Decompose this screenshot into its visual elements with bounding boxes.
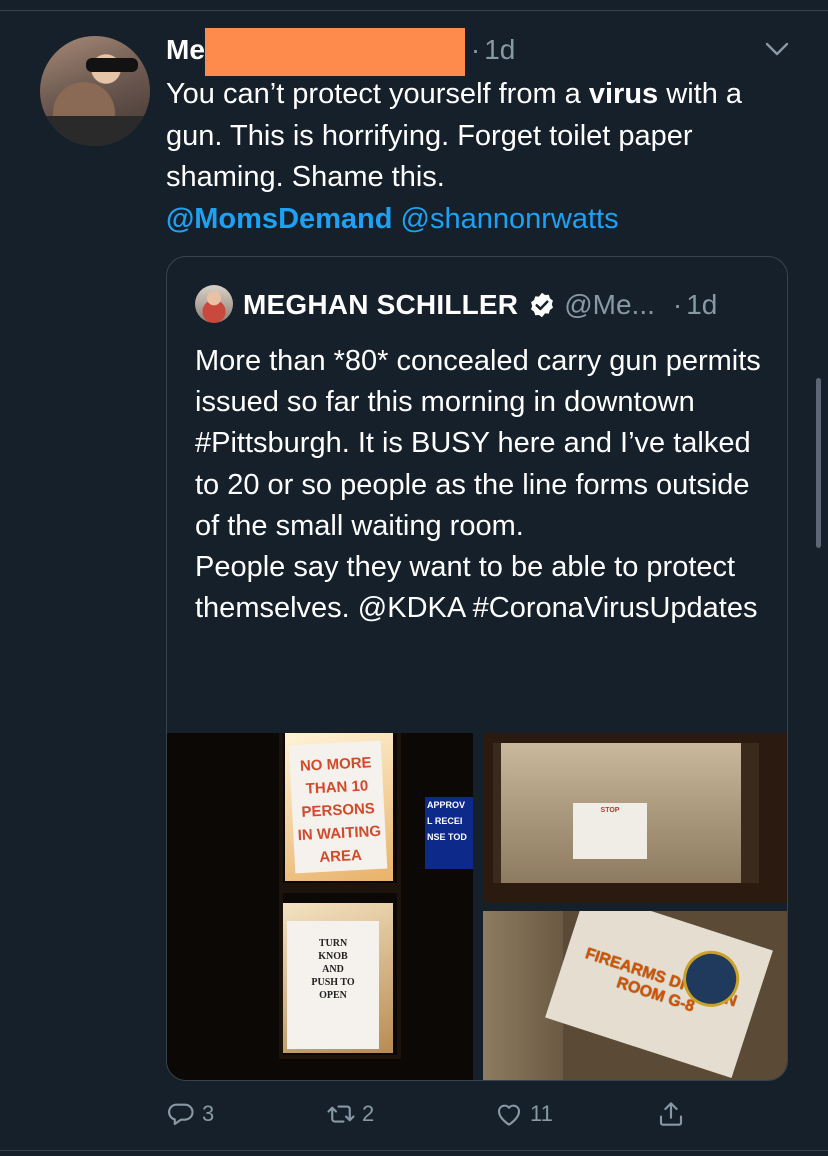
redaction-block bbox=[204, 28, 465, 76]
header-separator: · bbox=[470, 34, 481, 65]
share-button[interactable] bbox=[656, 1092, 686, 1136]
quoted-tweet-header: MEGHAN SCHILLER @Me... · 1d bbox=[243, 285, 717, 325]
quoted-paragraph-1: More than *80* concealed carry gun permi… bbox=[195, 345, 761, 542]
chevron-down-icon[interactable] bbox=[762, 36, 792, 62]
verified-badge-icon bbox=[531, 292, 554, 318]
photo-waiting-room[interactable]: STOP bbox=[483, 733, 787, 903]
author-avatar[interactable] bbox=[40, 36, 150, 146]
retweet-button[interactable]: 2 bbox=[326, 1092, 374, 1136]
sign-line: NSE TOD bbox=[427, 832, 467, 842]
share-icon bbox=[659, 1102, 683, 1126]
tweet-actions: 3 2 11 bbox=[0, 1092, 828, 1136]
sign-line: TURN bbox=[318, 938, 348, 949]
photo-window-crossbar bbox=[279, 883, 401, 893]
sign-line: AND bbox=[322, 964, 344, 975]
heart-icon bbox=[497, 1104, 521, 1126]
tweet-text: You can’t protect yourself from a virus … bbox=[166, 74, 786, 240]
quoted-author-name: MEGHAN SCHILLER bbox=[243, 289, 519, 320]
sign-line: AREA bbox=[318, 846, 363, 867]
tweet-timestamp[interactable]: 1d bbox=[484, 34, 515, 66]
author-name[interactable]: Me bbox=[166, 34, 205, 66]
avatar-shirt bbox=[40, 116, 150, 146]
mention-link[interactable]: @MomsDemand bbox=[166, 203, 392, 235]
photo-firearms-division-sign[interactable]: FIREARMS DIVISION ROOM G-8 bbox=[483, 911, 787, 1080]
tweet-text-part: You can’t protect yourself from a bbox=[166, 78, 589, 110]
quoted-timestamp: 1d bbox=[686, 289, 718, 320]
sign-line: PUSH TO bbox=[311, 977, 355, 988]
reply-icon bbox=[168, 1103, 194, 1126]
quoted-header-separator: · bbox=[672, 289, 683, 320]
sign-line: OPEN bbox=[319, 990, 347, 1001]
tweet-text-bold: virus bbox=[588, 78, 659, 110]
photo-window-signs[interactable]: NO MORE THAN 10 PERSONS IN WAITING AREA … bbox=[167, 733, 473, 1080]
stop-sign: STOP bbox=[573, 803, 647, 859]
like-button[interactable]: 11 bbox=[494, 1092, 553, 1136]
quoted-tweet[interactable]: MEGHAN SCHILLER @Me... · 1d More than *8… bbox=[166, 256, 788, 1081]
mention-link[interactable]: @shannonrwatts bbox=[401, 203, 619, 235]
reply-count: 3 bbox=[202, 1101, 215, 1126]
quoted-author-avatar bbox=[195, 285, 233, 323]
retweet-icon bbox=[327, 1105, 355, 1123]
media-grid: NO MORE THAN 10 PERSONS IN WAITING AREA … bbox=[167, 733, 787, 1080]
tweet-header: Me · 1d bbox=[166, 28, 515, 76]
like-count: 11 bbox=[530, 1101, 553, 1126]
top-divider bbox=[0, 10, 828, 11]
reply-button[interactable]: 3 bbox=[166, 1092, 214, 1136]
sign-line: KNOB bbox=[318, 951, 348, 962]
scrollbar-thumb[interactable] bbox=[816, 378, 821, 548]
blue-sign: APPROV L RECEI NSE TOD bbox=[425, 797, 473, 869]
quoted-author-handle: @Me... bbox=[564, 289, 655, 320]
sign-line: APPROV bbox=[427, 800, 466, 810]
retweet-count: 2 bbox=[362, 1101, 375, 1126]
sign-line: IN WAITING bbox=[297, 822, 382, 845]
firearms-division-sign: FIREARMS DIVISION ROOM G-8 bbox=[545, 911, 773, 1079]
stop-sign-text: STOP bbox=[600, 807, 620, 814]
sign-turn-knob: TURN KNOB AND PUSH TO OPEN bbox=[287, 921, 379, 1049]
quoted-paragraph-2: People say they want to be able to prote… bbox=[195, 551, 758, 625]
avatar-sunglasses bbox=[86, 58, 138, 72]
quoted-tweet-text: More than *80* concealed carry gun permi… bbox=[195, 341, 775, 629]
sign-line: NO MORE bbox=[299, 754, 372, 775]
bottom-divider bbox=[0, 1150, 828, 1151]
sign-line: L RECEI bbox=[427, 816, 463, 826]
sign-no-more-than-10: NO MORE THAN 10 PERSONS IN WAITING AREA bbox=[288, 740, 388, 874]
